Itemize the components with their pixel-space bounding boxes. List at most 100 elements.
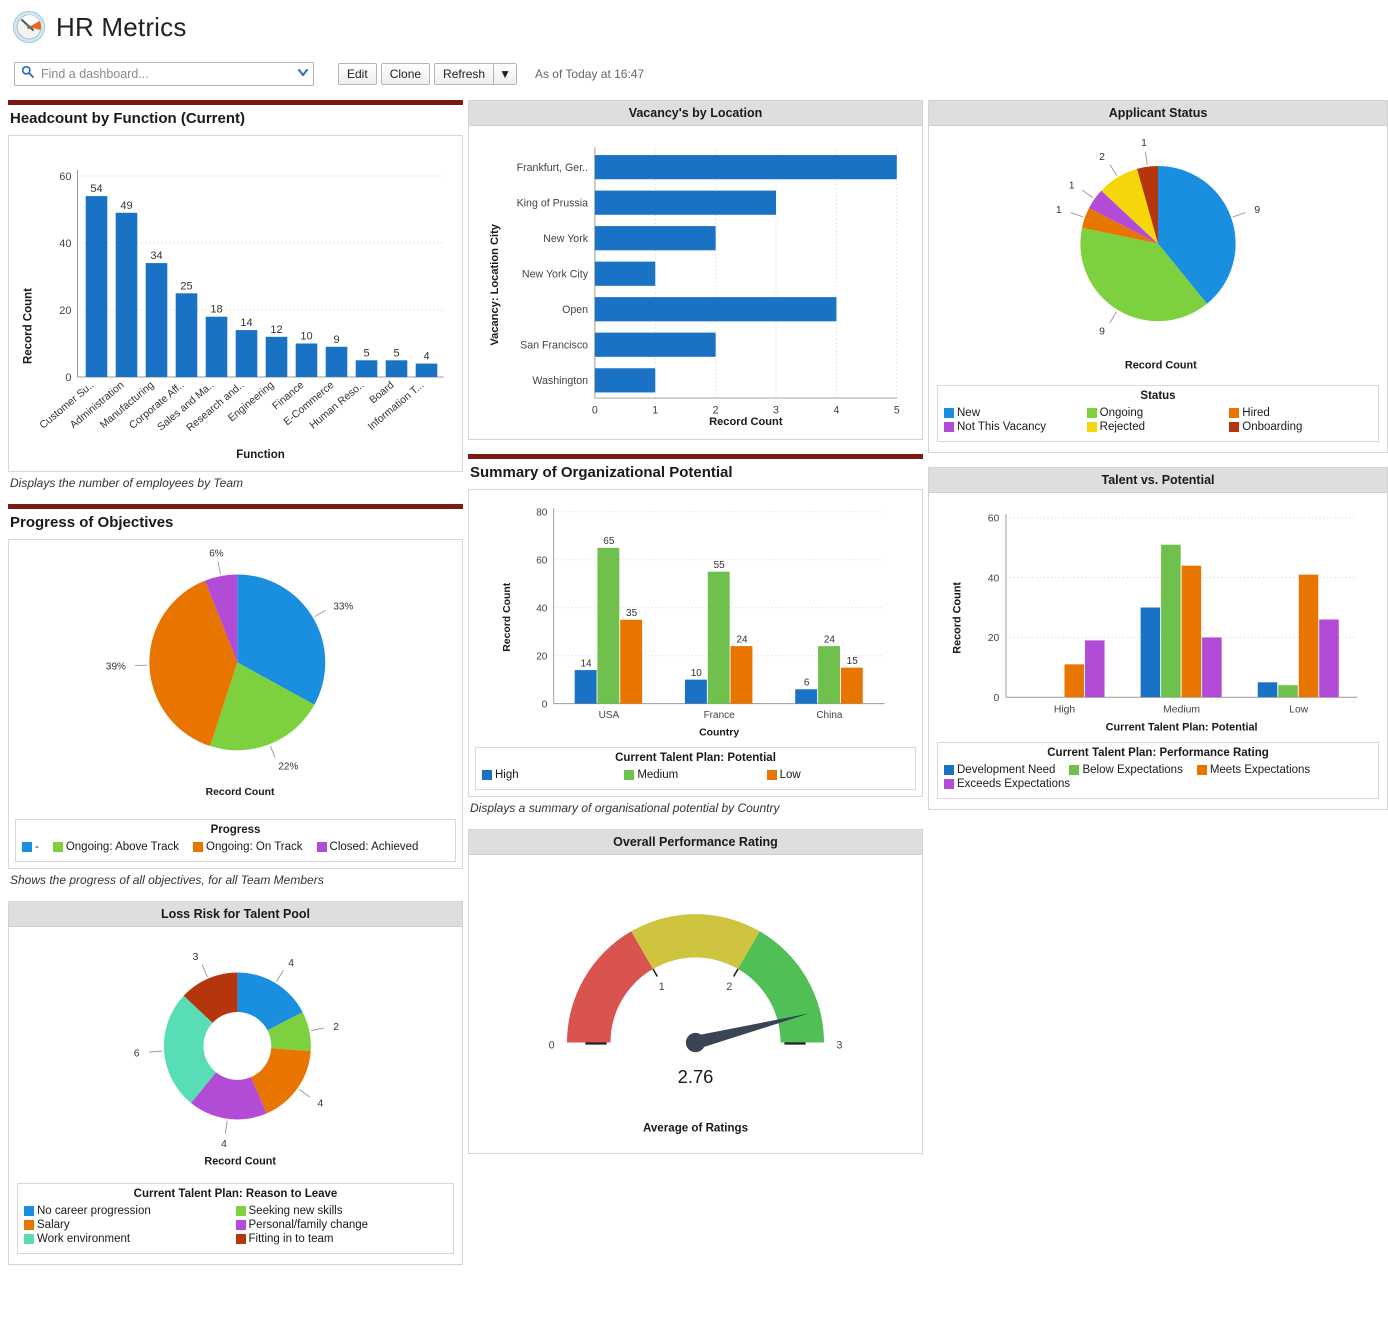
bar[interactable] <box>265 336 288 377</box>
legend-item[interactable]: Closed: Achieved <box>316 841 418 853</box>
bar[interactable] <box>840 667 863 704</box>
bar[interactable] <box>115 212 138 377</box>
legend-label: Below Expectations <box>1082 764 1183 776</box>
applicant-body[interactable]: 9 9 1 1 2 1 Record Count Status New Ongoing Hir… <box>929 126 1387 452</box>
headcount-chart[interactable]: Record Count 60 40 20 0 54 49 34 25 18 14 12 10… <box>8 135 463 472</box>
legend-item[interactable]: Low <box>766 769 909 781</box>
talent-legend-items: Development Need Below Expectations Meets … <box>944 764 1372 792</box>
legend-label: Rejected <box>1099 421 1146 433</box>
legend-item[interactable]: Onboarding <box>1229 421 1372 433</box>
talent-body[interactable]: Record Count 0 20 40 60 High Medium Low Curre… <box>929 493 1387 809</box>
legend-item[interactable]: Fitting in to team <box>235 1233 448 1245</box>
bar[interactable] <box>795 689 818 704</box>
org-potential-footnote: Displays a summary of organisational pot… <box>470 801 780 815</box>
chevron-down-icon[interactable] <box>297 65 309 83</box>
legend-item[interactable]: Personal/family change <box>235 1219 448 1231</box>
app-header: HR Metrics Edit Clone Refresh ▼ As of To <box>0 0 1388 86</box>
y-tick-label: 0 <box>994 693 1000 704</box>
bar[interactable] <box>175 293 198 378</box>
bar[interactable] <box>597 547 620 704</box>
legend-swatch <box>1229 408 1240 418</box>
bar[interactable] <box>355 360 378 378</box>
legend-label: New <box>957 407 981 419</box>
legend-item[interactable]: Seeking new skills <box>235 1205 448 1217</box>
legend-item[interactable]: Below Expectations <box>1069 764 1183 776</box>
legend-item[interactable]: - <box>22 841 39 853</box>
find-dashboard-search[interactable] <box>14 62 314 86</box>
bar[interactable] <box>594 368 656 393</box>
bar[interactable] <box>1319 619 1339 698</box>
legend-label: Exceeds Expectations <box>957 778 1071 790</box>
legend-item[interactable]: Ongoing <box>1086 407 1230 419</box>
bar[interactable] <box>1298 574 1319 698</box>
svg-text:Record Count: Record Count <box>23 288 35 364</box>
legend-item[interactable]: Ongoing: On Track <box>193 841 303 853</box>
bar[interactable] <box>594 190 777 215</box>
legend-item[interactable]: Work environment <box>24 1233 236 1245</box>
bar[interactable] <box>684 679 707 704</box>
applicant-title: Applicant Status <box>929 101 1387 126</box>
bar[interactable] <box>1161 544 1181 698</box>
legend-swatch <box>944 765 954 775</box>
org-potential-chart[interactable]: Record Count 0 20 40 60 80 14 65 35 10 55 24 6 24 15… <box>468 489 923 797</box>
headcount-title-bar: Headcount by Function (Current) <box>8 100 463 127</box>
bar[interactable] <box>594 155 897 180</box>
refresh-button[interactable]: Refresh <box>434 63 495 85</box>
bar[interactable] <box>1140 607 1161 698</box>
bar[interactable] <box>1064 664 1085 698</box>
bar[interactable] <box>325 346 348 377</box>
legend-label: Salary <box>37 1219 70 1231</box>
clone-button[interactable]: Clone <box>380 63 431 85</box>
bar[interactable] <box>818 646 840 704</box>
legend-label: Seeking new skills <box>248 1205 343 1217</box>
bar-value-label: 65 <box>603 536 615 547</box>
legend-item[interactable]: Rejected <box>1086 421 1230 433</box>
legend-item[interactable]: High <box>482 769 624 781</box>
bar[interactable] <box>730 646 753 704</box>
pie-value-label: 9 <box>1099 327 1105 338</box>
loss-risk-body[interactable]: 4 2 4 4 6 3 Record Count Current Talent Plan:… <box>9 927 462 1264</box>
bar[interactable] <box>594 226 716 251</box>
refresh-dropdown-button[interactable]: ▼ <box>494 63 517 85</box>
bar[interactable] <box>235 330 258 377</box>
bar[interactable] <box>415 363 438 377</box>
bar[interactable] <box>707 571 730 704</box>
legend-item[interactable]: Meets Expectations <box>1196 764 1310 776</box>
legend-item[interactable]: Exceeds Expectations <box>944 778 1070 790</box>
bar[interactable] <box>1278 685 1298 698</box>
gauge-tick-label: 0 <box>549 1039 555 1051</box>
search-input[interactable] <box>39 66 297 82</box>
legend-item[interactable]: Medium <box>624 769 766 781</box>
bar[interactable] <box>620 619 643 704</box>
bar[interactable] <box>1202 637 1222 698</box>
bar[interactable] <box>1084 640 1105 698</box>
legend-swatch <box>766 770 777 780</box>
edit-button[interactable]: Edit <box>338 63 377 85</box>
bar[interactable] <box>594 297 837 322</box>
bar-value-label: 4 <box>423 351 429 363</box>
bar[interactable] <box>594 332 716 357</box>
bar[interactable] <box>594 261 656 286</box>
svg-text:Record Count: Record Count <box>709 416 783 428</box>
legend-item[interactable]: Ongoing: Above Track <box>52 841 179 853</box>
bar-value-label: 54 <box>90 183 102 195</box>
legend-item[interactable]: Not This Vacancy <box>944 421 1087 433</box>
bar[interactable] <box>1181 565 1202 698</box>
bar[interactable] <box>85 196 108 377</box>
legend-item[interactable]: Development Need <box>944 764 1055 776</box>
bar[interactable] <box>1257 682 1278 698</box>
org-potential-title: Summary of Organizational Potential <box>470 464 733 481</box>
legend-item[interactable]: No career progression <box>24 1205 236 1217</box>
legend-label: Not This Vacancy <box>957 421 1047 433</box>
bar[interactable] <box>385 360 408 378</box>
legend-item[interactable]: New <box>944 407 1087 419</box>
progress-chart[interactable]: 33% 22% 39% 6% Record Count Progress - Ongoi… <box>8 539 463 869</box>
legend-item[interactable]: Hired <box>1229 407 1372 419</box>
bar[interactable] <box>295 343 318 378</box>
bar[interactable] <box>145 263 168 377</box>
bar[interactable] <box>574 670 597 704</box>
performance-body[interactable]: 0 1 2 3 2.76 Average of Ratings <box>469 855 922 1153</box>
vacancy-body[interactable]: Vacancy: Location City Frankfurt, Ger.. K… <box>469 126 922 439</box>
legend-item[interactable]: Salary <box>24 1219 236 1231</box>
bar[interactable] <box>205 316 228 377</box>
